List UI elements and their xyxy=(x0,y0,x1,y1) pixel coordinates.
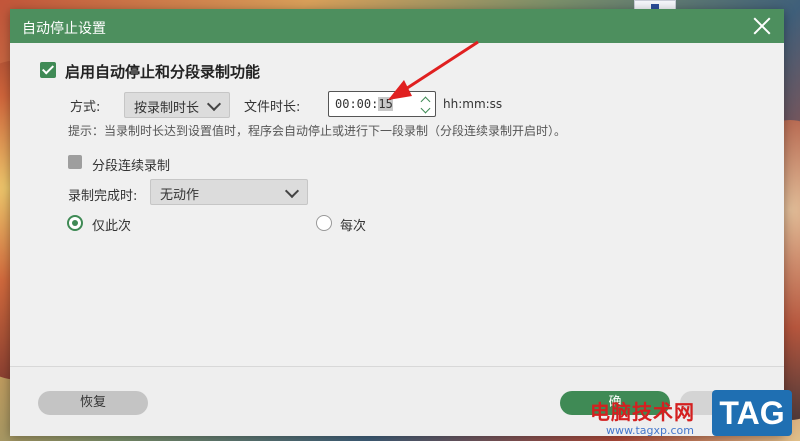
mode-select[interactable]: 按录制时长 xyxy=(124,92,230,118)
time-value-selected: 15 xyxy=(378,97,393,111)
radio-every[interactable] xyxy=(316,215,332,231)
duration-label: 文件时长: xyxy=(244,100,301,115)
on-complete-label: 录制完成时: xyxy=(68,189,138,204)
reset-button[interactable]: 恢复 xyxy=(38,391,148,415)
mode-select-value: 按录制时长 xyxy=(134,101,200,116)
on-complete-select-value: 无动作 xyxy=(160,188,200,203)
chevron-down-icon xyxy=(206,96,222,112)
close-icon[interactable] xyxy=(752,16,772,36)
watermark-site-text: 电脑技术网 xyxy=(590,400,695,424)
segment-checkbox[interactable] xyxy=(68,155,82,169)
on-complete-select[interactable]: 无动作 xyxy=(150,179,308,205)
dialog-title: 自动停止设置 xyxy=(22,21,106,37)
segment-label: 分段连续录制 xyxy=(92,159,171,174)
auto-stop-dialog: 自动停止设置 启用自动停止和分段录制功能 方式: 按录制时长 文件时长: 00:… xyxy=(10,9,784,436)
mode-label: 方式: xyxy=(70,100,101,115)
radio-once[interactable] xyxy=(67,215,83,231)
enable-label: 启用自动停止和分段录制功能 xyxy=(65,63,261,81)
enable-checkbox[interactable] xyxy=(40,62,56,78)
spin-down-icon[interactable] xyxy=(420,103,431,114)
hint-text: 提示：当录制时长达到设置值时，程序会自动停止或进行下一段录制（分段连续录制开启时… xyxy=(68,124,567,138)
time-format-label: hh:mm:ss xyxy=(443,97,503,111)
dialog-titlebar: 自动停止设置 xyxy=(10,9,784,43)
watermark-url: www.tagxp.com xyxy=(606,424,694,437)
radio-once-label: 仅此次 xyxy=(92,219,132,234)
radio-every-label: 每次 xyxy=(340,219,367,234)
time-value-prefix: 00:00: xyxy=(335,97,379,111)
duration-time-input[interactable]: 00:00:15 xyxy=(328,91,436,117)
chevron-down-icon xyxy=(284,183,300,199)
watermark-logo: TAG xyxy=(712,390,792,436)
